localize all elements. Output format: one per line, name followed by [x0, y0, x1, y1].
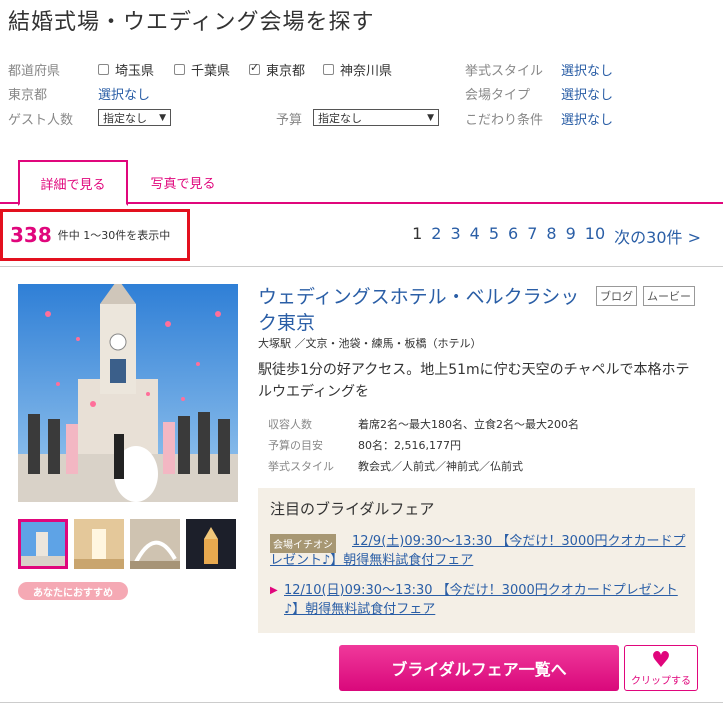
result-count: 338 [10, 223, 52, 247]
page-link[interactable]: 8 [546, 224, 556, 248]
next-page-link[interactable]: 次の30件 > [614, 224, 701, 248]
budget-label: 予算 [276, 113, 303, 128]
prefecture-checkbox-kanagawa[interactable]: 神奈川県 [323, 60, 392, 79]
budget-select-value: 指定なし [318, 111, 362, 125]
spec-value: 教会式／人前式／神前式／仏前式 [358, 460, 523, 473]
page-link[interactable]: 9 [566, 224, 576, 248]
staircase-thumbnail-image [130, 519, 180, 569]
tokyo-area-label: 東京都 [8, 88, 48, 103]
venue-catchcopy: 駅徒歩1分の好アクセス。地上51mに佇む天空のチャペルで本格ホテルウエディングを [258, 362, 690, 400]
page-link[interactable]: 4 [470, 224, 480, 248]
conditions-link[interactable]: 選択なし [561, 109, 613, 128]
tab-photo[interactable]: 写真で見る [128, 160, 238, 204]
budget-select[interactable]: 指定なし ▼ [313, 109, 439, 126]
page-current: 1 [412, 224, 423, 243]
venue-thumbnail[interactable] [18, 519, 68, 569]
prefecture-checkbox-chiba[interactable]: 千葉県 [174, 60, 230, 79]
dropdown-arrow-icon: ▼ [427, 112, 434, 123]
fair-link-1[interactable]: 12/9(土)09:30〜13:30 【今だけ！3000円クオカードプレゼント♪… [270, 532, 690, 570]
checkbox-checked-icon [249, 61, 260, 75]
spec-key: 収容人数 [268, 418, 312, 431]
ceremony-style-link[interactable]: 選択なし [561, 60, 613, 79]
tokyo-area-link[interactable]: 選択なし [98, 84, 150, 103]
night-chapel-thumbnail-image [186, 519, 236, 569]
venue-thumbnail[interactable] [186, 519, 236, 569]
spec-key: 挙式スタイル [268, 460, 334, 473]
venue-main-photo[interactable] [18, 284, 238, 502]
page-link[interactable]: 3 [450, 224, 460, 248]
divider [0, 266, 723, 267]
fair-list-button[interactable]: ブライダルフェア一覧へ [339, 645, 619, 691]
page-link[interactable]: 7 [527, 224, 537, 248]
venue-thumbnail[interactable] [74, 519, 124, 569]
conditions-label: こだわり条件 [465, 113, 544, 128]
movie-tag[interactable]: ムービー [643, 286, 695, 306]
result-range-text: 件中 1〜30件を表示中 [57, 229, 171, 242]
checkbox-label: 千葉県 [191, 64, 231, 79]
venue-name-link[interactable]: ウェディングスホテル・ベルクラシック東京 [258, 284, 588, 336]
blog-tag[interactable]: ブログ [596, 286, 637, 306]
view-tabs: 詳細で見る 写真で見る [0, 160, 723, 206]
pagination: 1 2 3 4 5 6 7 8 9 10 次の30件 > [403, 224, 701, 248]
chapel-photo-image [18, 284, 238, 502]
prefecture-label: 都道府県 [8, 64, 61, 79]
recommend-badge: あなたにおすすめ [18, 582, 128, 600]
page-link[interactable]: 2 [431, 224, 441, 248]
dropdown-arrow-icon: ▼ [159, 112, 166, 123]
clip-button[interactable]: ♥ クリップする [624, 645, 698, 691]
page-link[interactable]: 5 [489, 224, 499, 248]
fair-link-2-text: 12/10(日)09:30〜13:30 【今だけ！3000円クオカードプレゼント… [284, 583, 678, 617]
spec-key: 予算の目安 [268, 439, 323, 452]
tab-detail[interactable]: 詳細で見る [18, 160, 128, 206]
chapel-thumbnail-image [21, 522, 65, 566]
checkbox-label: 神奈川県 [340, 64, 393, 79]
venue-thumbnail[interactable] [130, 519, 180, 569]
fair-section-title: 注目のブライダルフェア [270, 500, 435, 518]
page-title: 結婚式場・ウエディング会場を探す [8, 10, 375, 35]
prefecture-checkbox-tokyo[interactable]: 東京都 [249, 60, 305, 79]
checkbox-label: 東京都 [266, 64, 306, 79]
checkbox-icon [98, 64, 109, 75]
checkbox-icon [323, 64, 334, 75]
heart-icon: ♥ [651, 647, 671, 673]
venue-type-label: 会場タイプ [465, 88, 531, 103]
spec-budget: 予算の目安 80名：2,516,177円 [268, 437, 461, 453]
guests-select[interactable]: 指定なし ▼ [98, 109, 171, 126]
spec-value: 80名：2,516,177円 [358, 439, 461, 452]
triangle-right-icon: ▶ [270, 585, 278, 596]
guests-select-value: 指定なし [103, 111, 147, 125]
guests-label: ゲスト人数 [8, 113, 74, 128]
venue-area: 大塚駅 ／文京・池袋・練馬・板橋（ホテル） [258, 337, 482, 350]
spec-ceremony-style: 挙式スタイル 教会式／人前式／神前式／仏前式 [268, 458, 523, 474]
spec-value: 着席2名〜最大180名、立食2名〜最大200名 [358, 418, 579, 431]
featured-fair-box: 注目のブライダルフェア 会場イチオシ 12/9(土)09:30〜13:30 【今… [258, 488, 695, 633]
hall-thumbnail-image [74, 519, 124, 569]
checkbox-icon [174, 64, 185, 75]
divider [0, 702, 723, 703]
result-count-box: 338 件中 1〜30件を表示中 [0, 209, 190, 261]
page-link[interactable]: 6 [508, 224, 518, 248]
prefecture-checkbox-saitama[interactable]: 埼玉県 [98, 60, 154, 79]
clip-button-label: クリップする [631, 675, 691, 687]
ceremony-style-label: 挙式スタイル [465, 64, 544, 79]
checkbox-label: 埼玉県 [115, 64, 155, 79]
page-link[interactable]: 10 [585, 224, 605, 248]
spec-capacity: 収容人数 着席2名〜最大180名、立食2名〜最大200名 [268, 416, 579, 432]
fair-link-2[interactable]: ▶ 12/10(日)09:30〜13:30 【今だけ！3000円クオカードプレゼ… [270, 581, 690, 619]
venue-type-link[interactable]: 選択なし [561, 84, 613, 103]
